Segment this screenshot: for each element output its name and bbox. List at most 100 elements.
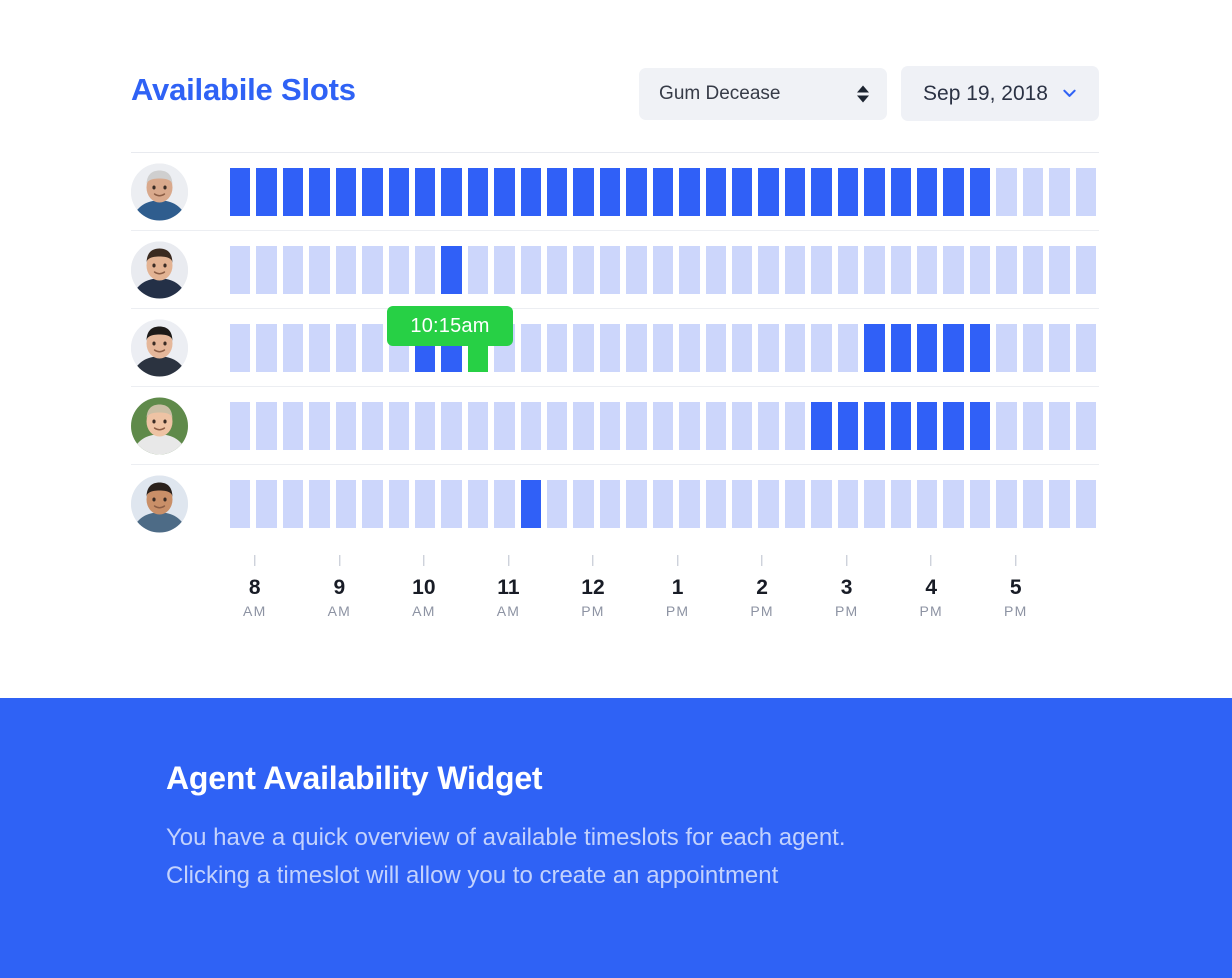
- timeslot[interactable]: [279, 167, 307, 216]
- timeslot[interactable]: [808, 167, 835, 216]
- timeslot[interactable]: [227, 480, 254, 528]
- timeslot[interactable]: [1046, 323, 1073, 372]
- timeslot[interactable]: [861, 167, 888, 216]
- timeslot[interactable]: [834, 401, 862, 450]
- timeslot[interactable]: [834, 480, 862, 528]
- timeslot[interactable]: [491, 167, 518, 216]
- timeslot[interactable]: [1072, 167, 1099, 216]
- timeslot[interactable]: [279, 323, 307, 372]
- timeslot[interactable]: [781, 323, 809, 372]
- timeslot[interactable]: [1046, 245, 1073, 294]
- timeslot[interactable]: [702, 245, 730, 294]
- timeslot[interactable]: [411, 245, 439, 294]
- timeslot[interactable]: [755, 323, 782, 372]
- timeslot[interactable]: [1019, 245, 1047, 294]
- timeslot[interactable]: [596, 480, 624, 528]
- timeslot[interactable]: [755, 245, 782, 294]
- timeslot[interactable]: [464, 480, 492, 528]
- timeslot[interactable]: [861, 323, 888, 372]
- timeslot[interactable]: [808, 401, 835, 450]
- timeslot[interactable]: [359, 323, 386, 372]
- timeslot[interactable]: [332, 401, 360, 450]
- timeslot[interactable]: [861, 401, 888, 450]
- timeslot[interactable]: [913, 245, 941, 294]
- timeslot[interactable]: [781, 245, 809, 294]
- timeslot[interactable]: [544, 480, 571, 528]
- timeslot[interactable]: [1019, 480, 1047, 528]
- timeslot[interactable]: [517, 167, 545, 216]
- timeslot[interactable]: [570, 323, 597, 372]
- timeslot[interactable]: [253, 480, 280, 528]
- timeslot[interactable]: [279, 480, 307, 528]
- timeslot[interactable]: [438, 167, 465, 216]
- timeslot[interactable]: [279, 245, 307, 294]
- timeslot[interactable]: [517, 245, 545, 294]
- timeslot[interactable]: [702, 323, 730, 372]
- timeslot[interactable]: [1072, 245, 1099, 294]
- timeslot[interactable]: [385, 480, 412, 528]
- timeslot[interactable]: [913, 401, 941, 450]
- timeslot[interactable]: [464, 401, 492, 450]
- timeslot[interactable]: [544, 401, 571, 450]
- avatar[interactable]: [131, 241, 188, 298]
- timeslot[interactable]: [544, 245, 571, 294]
- timeslot[interactable]: [676, 401, 703, 450]
- timeslot[interactable]: [993, 480, 1020, 528]
- timeslot[interactable]: [887, 401, 914, 450]
- timeslot[interactable]: [1019, 323, 1047, 372]
- timeslot[interactable]: [781, 401, 809, 450]
- timeslot[interactable]: [411, 480, 439, 528]
- timeslot[interactable]: [385, 401, 412, 450]
- timeslot[interactable]: [438, 401, 465, 450]
- timeslot[interactable]: [940, 245, 967, 294]
- timeslot[interactable]: [596, 245, 624, 294]
- timeslot[interactable]: [332, 480, 360, 528]
- timeslot[interactable]: [279, 401, 307, 450]
- timeslot[interactable]: [649, 167, 677, 216]
- timeslot[interactable]: [940, 167, 967, 216]
- timeslot[interactable]: [993, 245, 1020, 294]
- timeslot[interactable]: [596, 401, 624, 450]
- timeslot[interactable]: [808, 323, 835, 372]
- timeslot[interactable]: [570, 167, 597, 216]
- stepper-updown-icon[interactable]: [857, 85, 870, 102]
- timeslot[interactable]: [359, 480, 386, 528]
- timeslot[interactable]: [966, 245, 994, 294]
- timeslot[interactable]: [623, 401, 650, 450]
- timeslot[interactable]: [411, 401, 439, 450]
- timeslot[interactable]: [1019, 401, 1047, 450]
- timeslot[interactable]: [332, 245, 360, 294]
- timeslot[interactable]: [544, 167, 571, 216]
- timeslot[interactable]: [887, 167, 914, 216]
- timeslot[interactable]: [306, 401, 333, 450]
- timeslot[interactable]: [359, 167, 386, 216]
- timeslot[interactable]: [464, 167, 492, 216]
- timeslot[interactable]: [332, 323, 360, 372]
- timeslot[interactable]: [570, 401, 597, 450]
- timeslot[interactable]: [649, 401, 677, 450]
- timeslot[interactable]: [861, 480, 888, 528]
- timeslot[interactable]: [649, 323, 677, 372]
- timeslot[interactable]: [623, 167, 650, 216]
- timeslot[interactable]: [438, 245, 465, 294]
- timeslot[interactable]: [940, 401, 967, 450]
- timeslot[interactable]: [966, 323, 994, 372]
- timeslot[interactable]: [887, 480, 914, 528]
- timeslot[interactable]: [227, 323, 254, 372]
- timeslot[interactable]: [385, 245, 412, 294]
- timeslot[interactable]: [544, 323, 571, 372]
- timeslot[interactable]: [702, 480, 730, 528]
- timeslot[interactable]: [411, 167, 439, 216]
- timeslot[interactable]: [570, 245, 597, 294]
- timeslot[interactable]: [306, 480, 333, 528]
- timeslot[interactable]: [438, 480, 465, 528]
- timeslot[interactable]: [729, 323, 756, 372]
- timeslot[interactable]: [1046, 167, 1073, 216]
- avatar[interactable]: [131, 475, 188, 533]
- timeslot[interactable]: [755, 480, 782, 528]
- avatar[interactable]: [131, 319, 188, 376]
- timeslot[interactable]: [596, 323, 624, 372]
- timeslot[interactable]: [993, 323, 1020, 372]
- timeslot[interactable]: [729, 480, 756, 528]
- timeslot[interactable]: [966, 480, 994, 528]
